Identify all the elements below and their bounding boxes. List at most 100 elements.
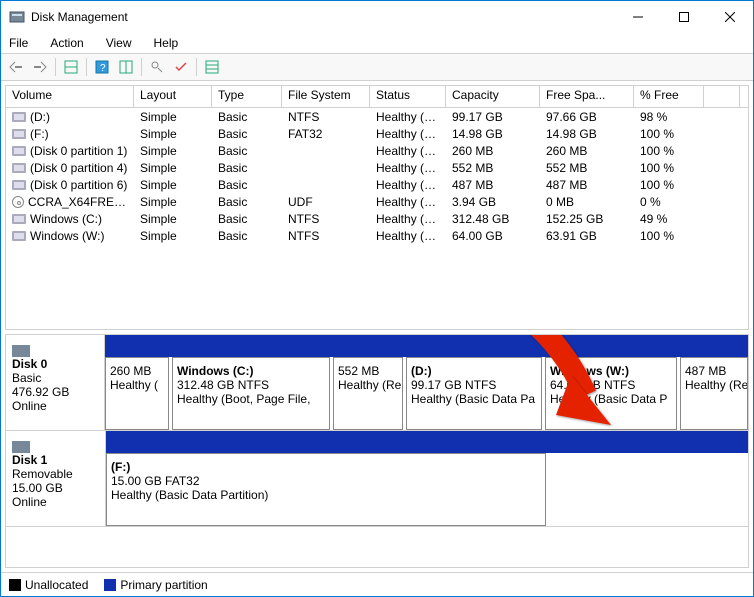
partition[interactable]: Windows (W:)64.00 GB NTFSHealthy (Basic … [545,357,677,430]
volume-name: (Disk 0 partition 6) [30,178,127,192]
volume-free: 260 MB [540,144,634,158]
volume-row[interactable]: (F:)SimpleBasicFAT32Healthy (B...14.98 G… [6,125,748,142]
volume-name: (Disk 0 partition 1) [30,144,127,158]
partition[interactable]: 552 MBHealthy (Re [333,357,403,430]
col-layout[interactable]: Layout [134,86,212,107]
partition[interactable]: (F:)15.00 GB FAT32Healthy (Basic Data Pa… [106,453,546,526]
volume-row[interactable]: (Disk 0 partition 6)SimpleBasicHealthy (… [6,176,748,193]
volume-row[interactable]: (Disk 0 partition 1)SimpleBasicHealthy (… [6,142,748,159]
col-status[interactable]: Status [370,86,446,107]
volume-row[interactable]: CCRA_X64FRE_EN...SimpleBasicUDFHealthy (… [6,193,748,210]
volume-type: Basic [212,161,282,175]
legend-unallocated: Unallocated [25,578,88,592]
back-button[interactable] [5,56,27,78]
partition[interactable]: 487 MBHealthy (Re [680,357,748,430]
volume-status: Healthy (B... [370,127,446,141]
help-icon[interactable]: ? [91,56,113,78]
volume-list[interactable]: Volume Layout Type File System Status Ca… [5,85,749,330]
col-capacity[interactable]: Capacity [446,86,540,107]
partition-title: (F:) [111,460,541,474]
disk-label[interactable]: Disk 1Removable15.00 GBOnline [6,431,106,526]
volume-fs: NTFS [282,110,370,124]
menu-file[interactable]: File [5,35,32,51]
partition[interactable]: (D:)99.17 GB NTFSHealthy (Basic Data Pa [406,357,542,430]
volume-name: CCRA_X64FRE_EN... [28,195,134,209]
volume-free: 152.25 GB [540,212,634,226]
volume-fs: UDF [282,195,370,209]
disk-label[interactable]: Disk 0Basic476.92 GBOnline [6,335,105,430]
volume-capacity: 260 MB [446,144,540,158]
disk-icon [12,345,30,357]
volume-pct: 0 % [634,195,704,209]
menubar: File Action View Help [1,33,753,53]
drive-icon [12,180,26,190]
volume-name: (Disk 0 partition 4) [30,161,127,175]
disk-name: Disk 0 [12,357,98,371]
volume-layout: Simple [134,144,212,158]
volume-free: 97.66 GB [540,110,634,124]
cd-icon [12,196,24,208]
menu-action[interactable]: Action [46,35,87,51]
partition-size: 487 MB [685,364,726,378]
volume-pct: 98 % [634,110,704,124]
grid-icon[interactable] [201,56,223,78]
volume-type: Basic [212,178,282,192]
view-settings-icon[interactable] [60,56,82,78]
volume-status: Healthy (B... [370,110,446,124]
volume-pct: 100 % [634,229,704,243]
partition[interactable]: 260 MBHealthy ( [105,357,169,430]
volume-capacity: 99.17 GB [446,110,540,124]
volume-status: Healthy (P... [370,195,446,209]
volume-free: 63.91 GB [540,229,634,243]
disk-size: 15.00 GB [12,481,63,495]
partition-size: 99.17 GB NTFS [411,378,496,392]
menu-view[interactable]: View [102,35,136,51]
volume-free: 0 MB [540,195,634,209]
col-fs[interactable]: File System [282,86,370,107]
col-free[interactable]: Free Spa... [540,86,634,107]
volume-row[interactable]: Windows (C:)SimpleBasicNTFSHealthy (B...… [6,210,748,227]
volume-pct: 49 % [634,212,704,226]
volume-free: 487 MB [540,178,634,192]
volume-capacity: 487 MB [446,178,540,192]
partition-size: 15.00 GB FAT32 [111,474,200,488]
refresh-icon[interactable] [115,56,137,78]
search-icon[interactable] [146,56,168,78]
col-type[interactable]: Type [212,86,282,107]
maximize-button[interactable] [661,1,707,33]
partition-status: Healthy (Basic Data P [550,392,667,406]
volume-status: Healthy (R... [370,161,446,175]
titlebar: Disk Management [1,1,753,33]
col-volume[interactable]: Volume [6,86,134,107]
volume-type: Basic [212,195,282,209]
drive-icon [12,214,26,224]
partition[interactable]: Windows (C:)312.48 GB NTFSHealthy (Boot,… [172,357,330,430]
volume-layout: Simple [134,161,212,175]
volume-type: Basic [212,110,282,124]
partition-title: (D:) [411,364,537,378]
app-icon [9,9,25,25]
col-pct[interactable]: % Free [634,86,704,107]
menu-help[interactable]: Help [150,35,183,51]
partition-size: 312.48 GB NTFS [177,378,269,392]
volume-row[interactable]: Windows (W:)SimpleBasicNTFSHealthy (B...… [6,227,748,244]
partition-status: Healthy (Basic Data Pa [411,392,535,406]
volume-row[interactable]: (Disk 0 partition 4) SimpleBasic Healthy (… [6,159,748,176]
volume-fs: NTFS [282,212,370,226]
volume-type: Basic [212,127,282,141]
volume-capacity: 552 MB [446,161,540,175]
volume-status: Healthy (E... [370,144,446,158]
legend-primary-swatch [104,579,116,591]
close-button[interactable] [707,1,753,33]
volume-layout: Simple [134,195,212,209]
volume-type: Basic [212,229,282,243]
volume-pct: 100 % [634,127,704,141]
check-icon[interactable] [170,56,192,78]
volume-status: Healthy (B... [370,229,446,243]
partition-status: Healthy (Basic Data Partition) [111,488,268,502]
minimize-button[interactable] [615,1,661,33]
volume-name: (D:) [30,110,50,124]
volume-row[interactable]: (D:)SimpleBasicNTFSHealthy (B...99.17 GB… [6,108,748,125]
volume-name: Windows (W:) [30,229,104,243]
forward-button[interactable] [29,56,51,78]
